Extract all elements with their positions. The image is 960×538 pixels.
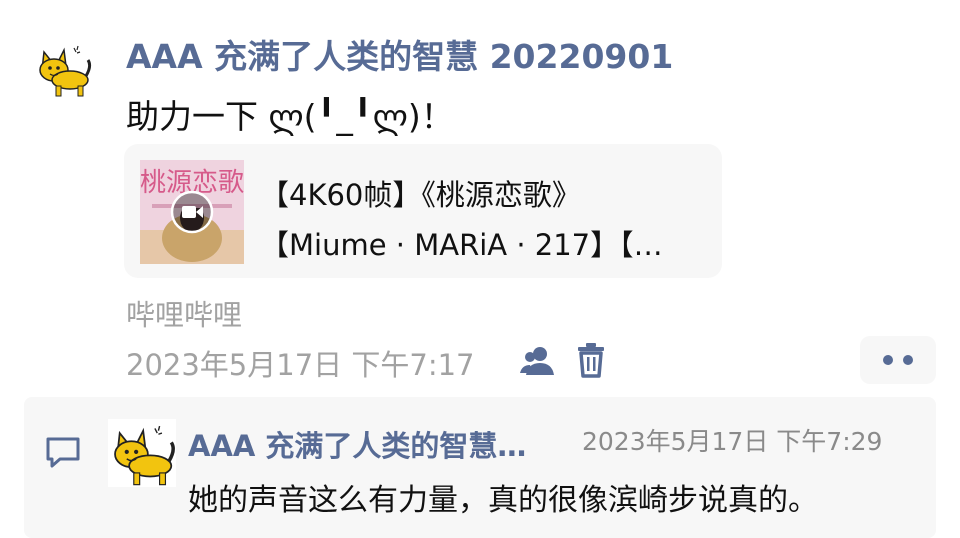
play-icon [170, 190, 214, 234]
post-source[interactable]: 哔哩哔哩 [126, 292, 242, 334]
comment-icon [44, 435, 84, 471]
comment-section: AAA 充满了人类的智慧… 2023年5月17日 下午7:29 她的声音这么有力… [24, 397, 936, 538]
video-thumbnail: 桃源恋歌 [140, 160, 244, 264]
more-button[interactable] [860, 336, 936, 384]
commenter-name[interactable]: AAA 充满了人类的智慧… [188, 423, 578, 465]
commenter-avatar[interactable] [108, 419, 176, 487]
link-title-line-2: 【Miume · MARiA · 217】【… [260, 228, 663, 262]
post-timestamp: 2023年5月17日 下午7:17 [126, 348, 475, 382]
shared-link-card[interactable]: 桃源恋歌 【4K60帧】《桃源恋歌》 【Miume · MARiA · 217】… [124, 144, 722, 278]
comment-timestamp: 2023年5月17日 下午7:29 [582, 427, 883, 456]
more-icon [883, 355, 893, 365]
post-author-name[interactable]: AAA 充满了人类的智慧 20220901 [126, 30, 673, 78]
privacy-icon[interactable] [518, 343, 556, 379]
post-text: 助力一下 ლ(╹_╹ლ)！ [126, 97, 454, 136]
link-title-line-1: 【4K60帧】《桃源恋歌》 [260, 178, 581, 212]
delete-icon[interactable] [574, 342, 608, 378]
comment-text[interactable]: 她的声音这么有力量，真的很像滨崎步说真的。 [188, 475, 818, 519]
author-avatar[interactable] [34, 40, 92, 98]
